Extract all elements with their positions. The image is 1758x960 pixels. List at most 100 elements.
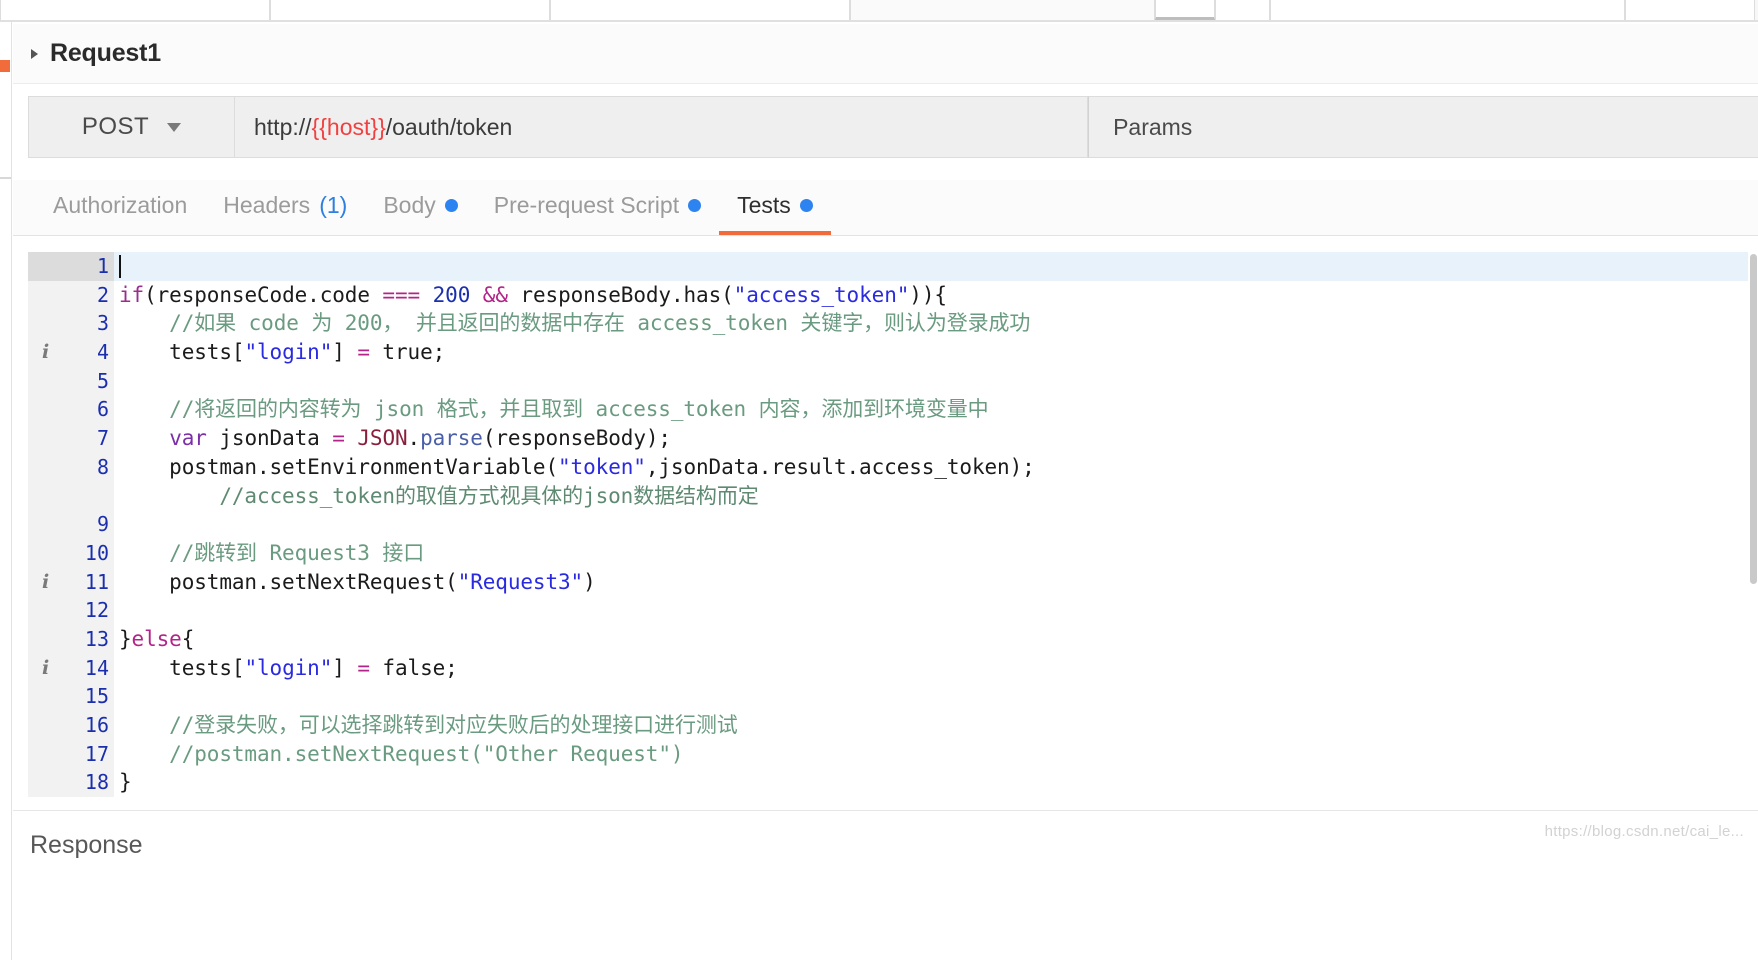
url-variable: {{host}} — [312, 114, 386, 140]
code-line[interactable]: tests["login"] = false; — [114, 654, 1748, 683]
line-number: 15 — [83, 682, 109, 711]
editor-code-area[interactable]: if(responseCode.code === 200 && response… — [114, 252, 1748, 797]
code-token: tests[ — [119, 338, 244, 367]
sidebar-active-marker — [0, 60, 10, 72]
line-number: 18 — [83, 768, 109, 797]
code-line[interactable]: var jsonData = JSON.parse(responseBody); — [114, 424, 1748, 453]
code-token: ] — [332, 654, 357, 683]
tab-slot-4[interactable] — [850, 0, 1155, 20]
tab-slot-1[interactable] — [0, 0, 270, 20]
code-token: = — [332, 424, 345, 453]
url-input[interactable]: http://{{host}}/oauth/token — [235, 96, 1088, 158]
tab-headers[interactable]: Headers(1) — [205, 180, 365, 235]
gutter-line: 8 — [28, 453, 114, 482]
code-token: (responseCode.code — [144, 281, 382, 310]
tab-authorization[interactable]: Authorization — [35, 180, 205, 235]
tab-pre-request-script[interactable]: Pre-request Script — [476, 180, 719, 235]
gutter-line: i14 — [28, 654, 114, 683]
code-line[interactable] — [114, 367, 1748, 396]
code-line[interactable]: postman.setEnvironmentVariable("token",j… — [114, 453, 1748, 482]
tab-modified-dot-icon — [688, 199, 701, 212]
top-tab-strip[interactable] — [0, 0, 1758, 22]
tab-label: Body — [383, 192, 435, 219]
tab-modified-dot-icon — [445, 199, 458, 212]
sidebar-divider — [0, 177, 11, 179]
code-token: //postman.setNextRequest("Other Request"… — [119, 740, 683, 769]
gutter-line: 18 — [28, 768, 114, 797]
code-line[interactable]: tests["login"] = true; — [114, 338, 1748, 367]
gutter-line: 13 — [28, 625, 114, 654]
line-number: 13 — [83, 625, 109, 654]
line-number: 16 — [83, 711, 109, 740]
code-token: "Request3" — [458, 568, 583, 597]
code-token: tests[ — [119, 654, 244, 683]
gutter-line: 3 — [28, 309, 114, 338]
lint-info-icon[interactable]: i — [42, 568, 49, 597]
code-line[interactable]: //postman.setNextRequest("Other Request"… — [114, 740, 1748, 769]
tab-slot-6[interactable] — [1215, 0, 1270, 20]
url-prefix: http:// — [254, 114, 312, 140]
lint-info-icon[interactable]: i — [42, 654, 49, 683]
gutter-line: 2 — [28, 281, 114, 310]
code-line[interactable]: //如果 code 为 200， 并且返回的数据中存在 access_token… — [114, 309, 1748, 338]
gutter-line: 7 — [28, 424, 114, 453]
request-sub-tabs: Authorization Headers(1) Body Pre-request S… — [13, 180, 1758, 236]
line-number: 7 — [83, 424, 109, 453]
code-token: )){ — [909, 281, 947, 310]
code-token: === — [382, 281, 420, 310]
code-line[interactable]: //登录失败，可以选择跳转到对应失败后的处理接口进行测试 — [114, 711, 1748, 740]
code-token: if — [119, 281, 144, 310]
gutter-line: 9 — [28, 510, 114, 539]
code-token: "login" — [244, 338, 332, 367]
tab-tests[interactable]: Tests — [719, 180, 831, 235]
code-line[interactable]: postman.setNextRequest("Request3") — [114, 568, 1748, 597]
gutter-line: 17 — [28, 740, 114, 769]
code-line[interactable]: if(responseCode.code === 200 && response… — [114, 281, 1748, 310]
tab-slot-2[interactable] — [270, 0, 550, 20]
code-token: JSON — [357, 424, 407, 453]
code-line[interactable]: //将返回的内容转为 json 格式，并且取到 access_token 内容，… — [114, 395, 1748, 424]
code-token: responseBody.has( — [508, 281, 734, 310]
line-number: 12 — [83, 596, 109, 625]
code-token: var — [169, 424, 207, 453]
code-token — [119, 424, 169, 453]
code-token: ) — [583, 568, 596, 597]
code-line[interactable]: //跳转到 Request3 接口 — [114, 539, 1748, 568]
code-line[interactable] — [114, 252, 1748, 281]
line-number: 3 — [83, 309, 109, 338]
gutter-line: 12 — [28, 596, 114, 625]
http-method-select[interactable]: POST — [28, 96, 235, 158]
code-token: } — [119, 625, 132, 654]
tab-label: Authorization — [53, 192, 187, 219]
code-token: //登录失败，可以选择跳转到对应失败后的处理接口进行测试 — [119, 711, 738, 740]
response-label: Response — [30, 831, 143, 860]
gutter-line: 5 — [28, 367, 114, 396]
code-line[interactable] — [114, 510, 1748, 539]
page-horizontal-scrollbar[interactable] — [13, 952, 1758, 960]
triangle-right-icon[interactable] — [31, 49, 38, 59]
url-text: http://{{host}}/oauth/token — [254, 114, 512, 141]
lint-info-icon[interactable]: i — [42, 338, 49, 367]
code-token: jsonData — [207, 424, 332, 453]
request-header[interactable]: Request1 — [13, 24, 1758, 84]
code-line[interactable]: } — [114, 768, 1748, 797]
tab-slot-5[interactable] — [1155, 0, 1215, 20]
code-token: postman.setNextRequest( — [119, 568, 458, 597]
tab-slot-7[interactable] — [1270, 0, 1625, 20]
gutter-line: 16 — [28, 711, 114, 740]
code-line[interactable] — [114, 682, 1748, 711]
editor-scrollbar-thumb[interactable] — [1750, 254, 1757, 584]
editor-vertical-scrollbar[interactable] — [1748, 252, 1758, 797]
tab-body[interactable]: Body — [365, 180, 475, 235]
code-line[interactable] — [114, 596, 1748, 625]
url-suffix: /oauth/token — [386, 114, 513, 140]
tab-slot-8[interactable] — [1625, 0, 1755, 20]
params-button[interactable]: Params — [1088, 96, 1758, 158]
tab-slot-3[interactable] — [550, 0, 850, 20]
line-number: 1 — [83, 252, 109, 281]
code-line[interactable]: }else{ — [114, 625, 1748, 654]
chevron-down-icon[interactable] — [167, 123, 181, 132]
tests-code-editor[interactable]: 123i45678910i111213i1415161718 if(respon… — [28, 252, 1758, 797]
code-line-continuation[interactable]: //access_token的取值方式视具体的json数据结构而定 — [114, 482, 1748, 511]
line-number: 6 — [83, 395, 109, 424]
